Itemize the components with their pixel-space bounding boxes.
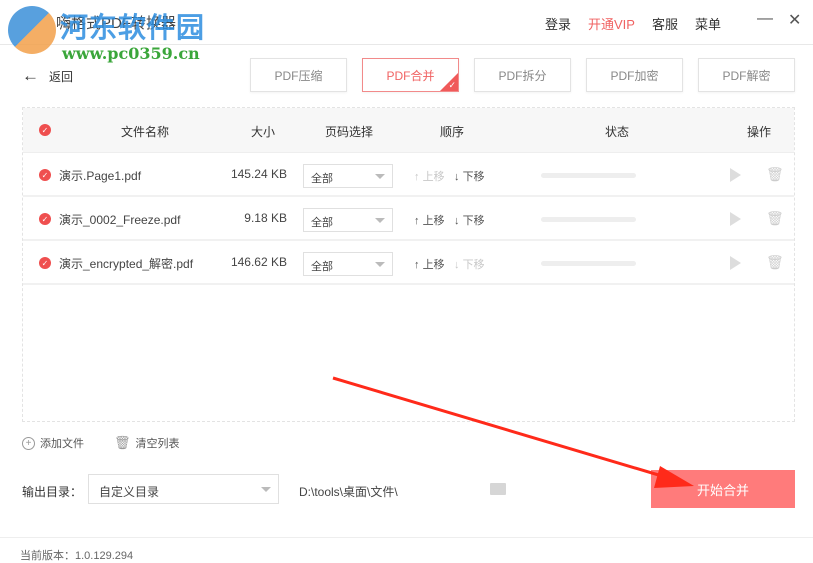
annotation-arrow xyxy=(332,376,694,488)
